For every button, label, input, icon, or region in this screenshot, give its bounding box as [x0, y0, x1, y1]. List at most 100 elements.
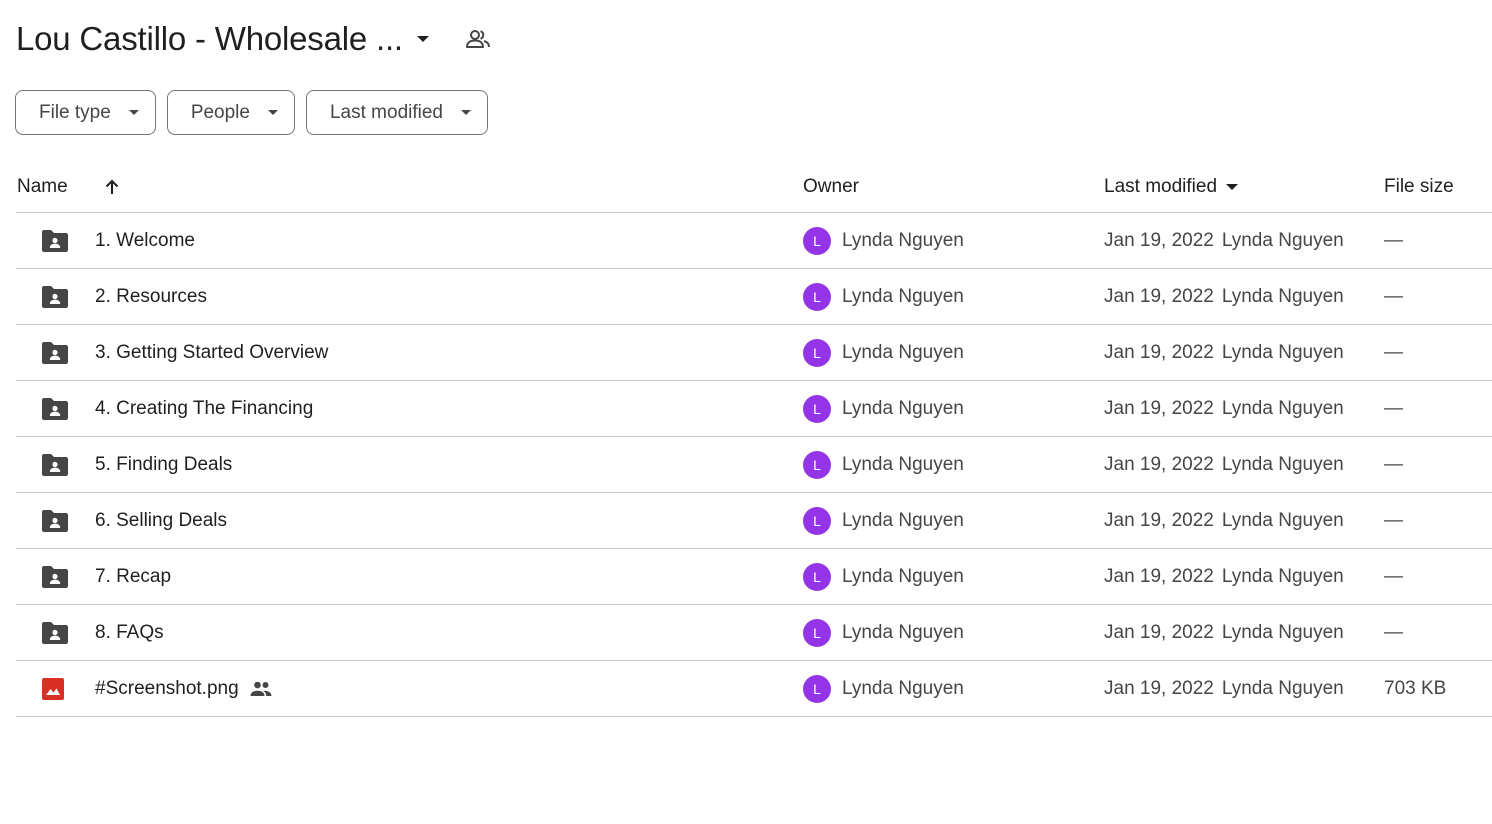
file-name[interactable]: #Screenshot.png	[95, 678, 239, 700]
modified-by: Lynda Nguyen	[1221, 285, 1344, 307]
modified-by: Lynda Nguyen	[1221, 453, 1344, 475]
column-header-owner[interactable]: Owner	[803, 162, 859, 212]
modified-date: Jan 19, 2022	[1104, 453, 1214, 475]
modified-by: Lynda Nguyen	[1221, 621, 1344, 643]
modified-by: Lynda Nguyen	[1221, 677, 1344, 699]
shared-folder-icon	[40, 549, 70, 604]
file-name[interactable]: 3. Getting Started Overview	[95, 342, 328, 364]
file-name[interactable]: 7. Recap	[95, 566, 171, 588]
owner-cell: L Lynda Nguyen	[803, 381, 964, 436]
file-name-cell: 2. Resources	[95, 269, 207, 324]
owner-cell: L Lynda Nguyen	[803, 605, 964, 660]
table-row[interactable]: 5. Finding Deals L Lynda Nguyen Jan 19, …	[16, 437, 1492, 493]
file-name[interactable]: 2. Resources	[95, 286, 207, 308]
column-header-name[interactable]: Name	[17, 162, 68, 212]
owner-name: Lynda Nguyen	[842, 565, 964, 587]
arrow-drop-down-icon	[461, 110, 471, 115]
table-row[interactable]: 2. Resources L Lynda Nguyen Jan 19, 2022…	[16, 269, 1492, 325]
table-row[interactable]: 6. Selling Deals L Lynda Nguyen Jan 19, …	[16, 493, 1492, 549]
modified-by: Lynda Nguyen	[1221, 341, 1344, 363]
last-modified-filter[interactable]: Last modified	[305, 90, 488, 135]
file-name-cell: #Screenshot.png	[95, 661, 273, 716]
arrow-upward-icon[interactable]	[102, 162, 122, 212]
column-header-last-modified[interactable]: Last modified	[1104, 162, 1239, 212]
arrow-drop-down-icon	[267, 110, 278, 115]
file-name-cell: 4. Creating The Financing	[95, 381, 313, 436]
file-name[interactable]: 4. Creating The Financing	[95, 398, 313, 420]
file-name[interactable]: 5. Finding Deals	[95, 454, 232, 476]
shared-folder-icon	[40, 269, 70, 324]
file-name-cell: 5. Finding Deals	[95, 437, 232, 492]
modified-date: Jan 19, 2022	[1104, 229, 1214, 251]
avatar: L	[803, 282, 831, 311]
modified-date: Jan 19, 2022	[1104, 285, 1214, 307]
owner-name: Lynda Nguyen	[842, 677, 964, 699]
file-name[interactable]: 8. FAQs	[95, 622, 164, 644]
avatar: L	[803, 338, 831, 367]
file-name-cell: 1. Welcome	[95, 213, 195, 268]
file-size: —	[1384, 453, 1403, 475]
last-modified-cell: Jan 19, 2022 Lynda Nguyen	[1104, 493, 1344, 548]
avatar: L	[803, 618, 831, 647]
avatar: L	[803, 506, 831, 535]
shared-folder-icon	[40, 213, 70, 268]
modified-date: Jan 19, 2022	[1104, 341, 1214, 363]
arrow-drop-down-icon[interactable]	[413, 29, 433, 49]
file-size: —	[1384, 341, 1403, 363]
avatar: L	[803, 394, 831, 423]
table-row[interactable]: 3. Getting Started Overview L Lynda Nguy…	[16, 325, 1492, 381]
file-name-cell: 8. FAQs	[95, 605, 164, 660]
last-modified-cell: Jan 19, 2022 Lynda Nguyen	[1104, 325, 1344, 380]
avatar: L	[803, 562, 831, 591]
file-name[interactable]: 1. Welcome	[95, 230, 195, 252]
image-file-icon	[40, 661, 66, 716]
shared-people-icon	[249, 680, 273, 698]
file-size: —	[1384, 397, 1403, 419]
owner-name: Lynda Nguyen	[842, 397, 964, 419]
file-name-cell: 3. Getting Started Overview	[95, 325, 328, 380]
file-size: —	[1384, 621, 1403, 643]
shared-folder-icon	[40, 325, 70, 380]
modified-date: Jan 19, 2022	[1104, 677, 1214, 699]
filter-chips: File type People Last modified	[15, 90, 488, 135]
modified-by: Lynda Nguyen	[1221, 509, 1344, 531]
shared-folder-icon	[40, 493, 70, 548]
shared-folder-icon	[40, 605, 70, 660]
last-modified-cell: Jan 19, 2022 Lynda Nguyen	[1104, 437, 1344, 492]
file-name[interactable]: 6. Selling Deals	[95, 510, 227, 532]
owner-cell: L Lynda Nguyen	[803, 325, 964, 380]
table-row[interactable]: 4. Creating The Financing L Lynda Nguyen…	[16, 381, 1492, 437]
file-name-cell: 6. Selling Deals	[95, 493, 227, 548]
column-header-file-size[interactable]: File size	[1384, 162, 1454, 212]
owner-cell: L Lynda Nguyen	[803, 213, 964, 268]
table-row[interactable]: 1. Welcome L Lynda Nguyen Jan 19, 2022 L…	[16, 213, 1492, 269]
owner-cell: L Lynda Nguyen	[803, 269, 964, 324]
table-row[interactable]: 8. FAQs L Lynda Nguyen Jan 19, 2022 Lynd…	[16, 605, 1492, 661]
owner-name: Lynda Nguyen	[842, 509, 964, 531]
owner-cell: L Lynda Nguyen	[803, 437, 964, 492]
shared-folder-icon	[40, 381, 70, 436]
last-modified-cell: Jan 19, 2022 Lynda Nguyen	[1104, 381, 1344, 436]
owner-name: Lynda Nguyen	[842, 341, 964, 363]
avatar: L	[803, 450, 831, 479]
owner-cell: L Lynda Nguyen	[803, 493, 964, 548]
owner-name: Lynda Nguyen	[842, 285, 964, 307]
owner-cell: L Lynda Nguyen	[803, 661, 964, 716]
table-header: Name Owner Last modified File size	[16, 162, 1492, 213]
modified-date: Jan 19, 2022	[1104, 509, 1214, 531]
last-modified-cell: Jan 19, 2022 Lynda Nguyen	[1104, 549, 1344, 604]
column-header-label: Last modified	[1104, 176, 1218, 197]
modified-date: Jan 19, 2022	[1104, 565, 1214, 587]
owner-name: Lynda Nguyen	[842, 229, 964, 251]
shared-folder-icon	[40, 437, 70, 492]
chip-label: File type	[39, 101, 111, 123]
file-type-filter[interactable]: File type	[15, 90, 156, 135]
modified-by: Lynda Nguyen	[1221, 397, 1344, 419]
last-modified-cell: Jan 19, 2022 Lynda Nguyen	[1104, 605, 1344, 660]
people-filter[interactable]: People	[166, 90, 295, 135]
table-row[interactable]: 7. Recap L Lynda Nguyen Jan 19, 2022 Lyn…	[16, 549, 1492, 605]
folder-title[interactable]: Lou Castillo - Wholesale ...	[16, 20, 403, 58]
table-row[interactable]: #Screenshot.png L Lynda Nguyen Jan 19, 2…	[16, 661, 1492, 717]
people-outline-icon[interactable]	[465, 28, 491, 50]
avatar: L	[803, 674, 831, 703]
